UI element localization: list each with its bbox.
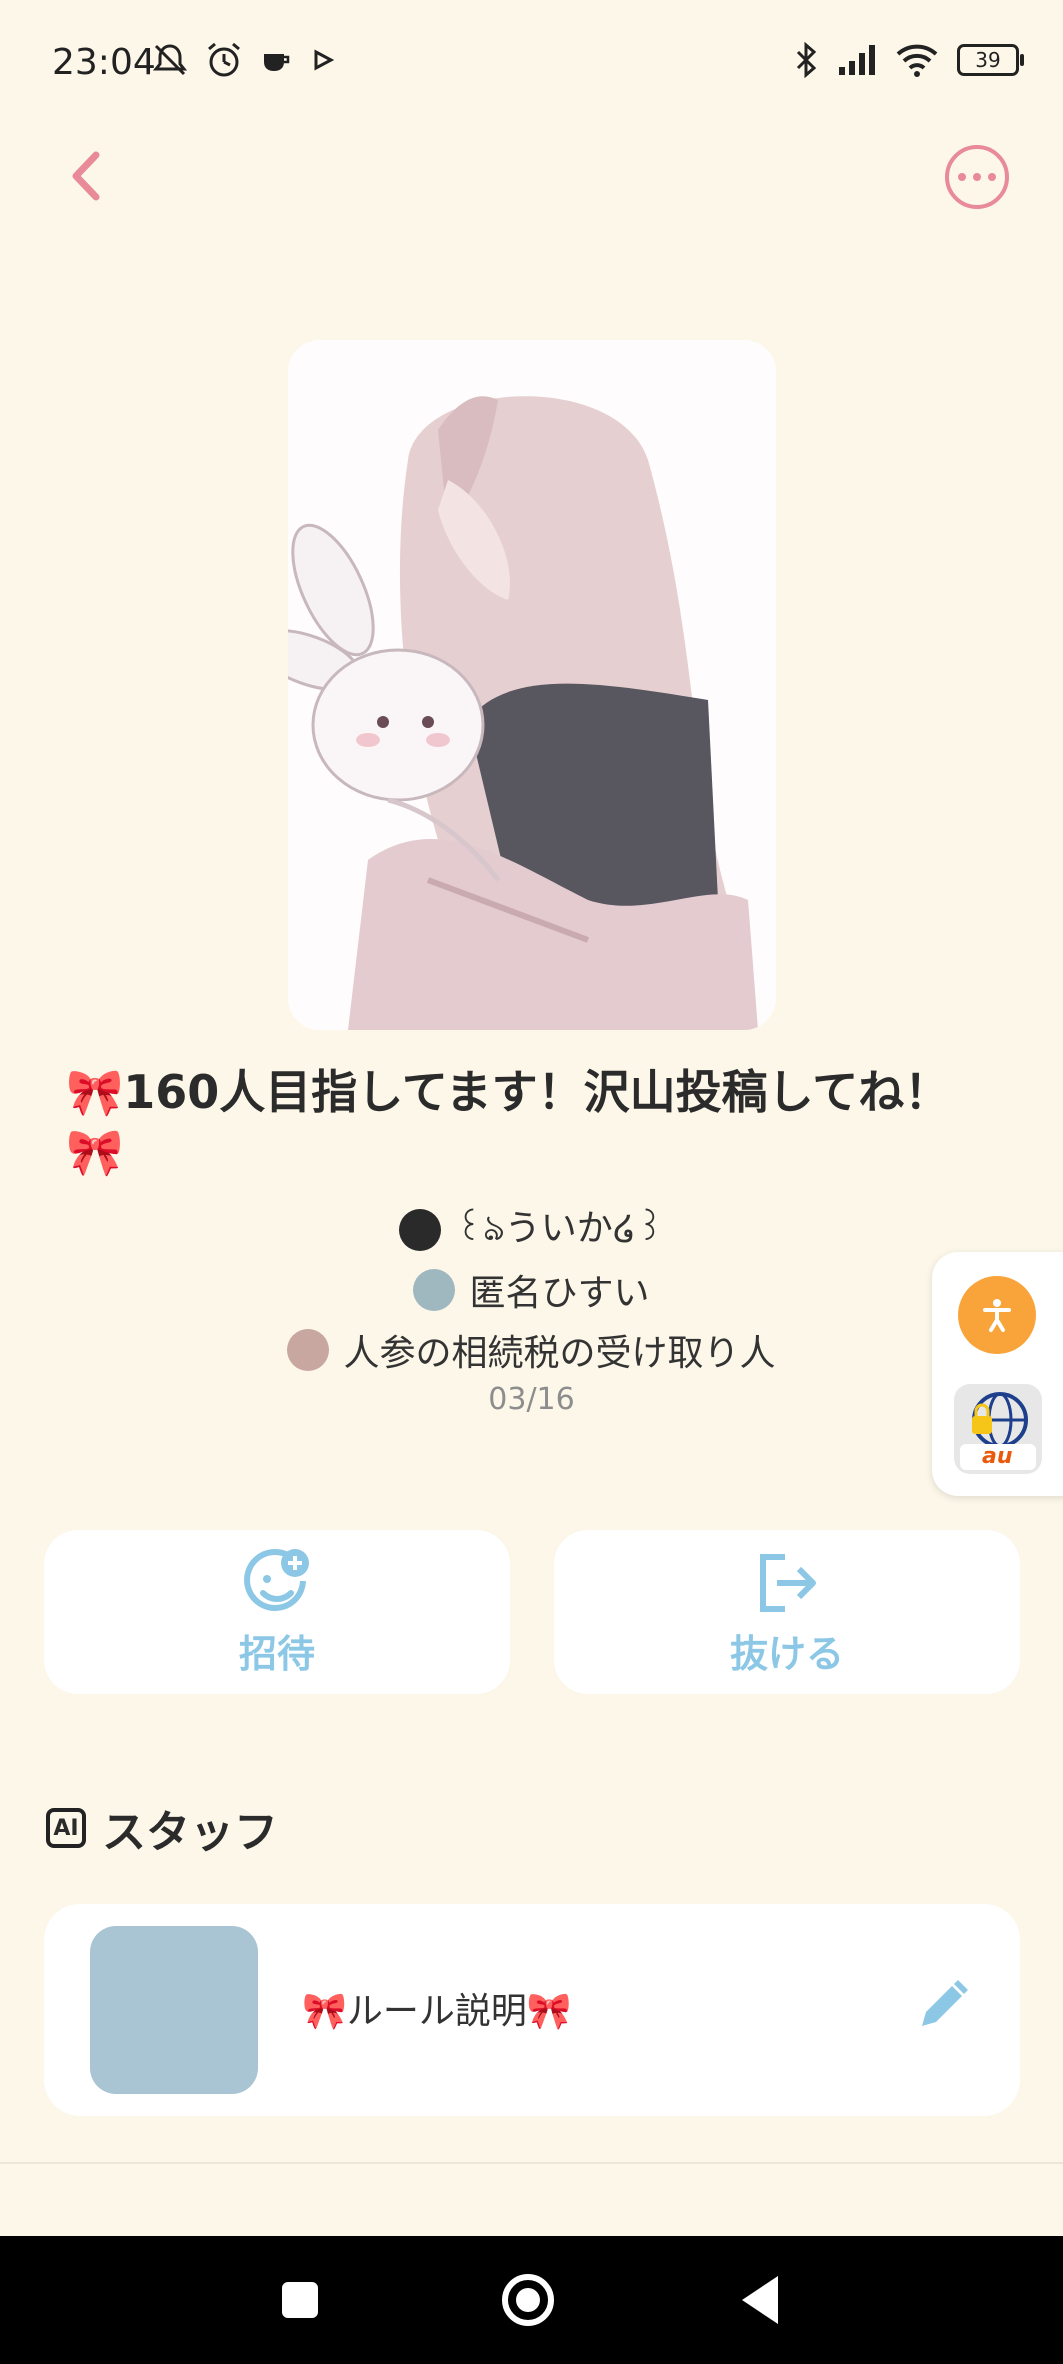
chevron-left-icon [72, 151, 100, 201]
leave-label: 抜ける [729, 1631, 844, 1676]
mute-icon [152, 44, 188, 76]
member-list: ꒰ঌういか໒꒱ 匿名ひすい 人参の相続税の受け取り人 03/16 [0, 1200, 1063, 1417]
pencil-icon [922, 1980, 968, 2026]
more-options-icon [958, 173, 966, 181]
member-item[interactable]: ꒰ঌういか໒꒱ [0, 1200, 1063, 1260]
leave-button[interactable]: 抜ける [554, 1530, 1020, 1694]
invite-label: 招待 [238, 1631, 315, 1676]
status-icons-right: 39 [793, 40, 1024, 80]
exit-icon [760, 1553, 816, 1612]
group-cover-image [288, 340, 776, 1030]
member-name: ꒰ঌういか໒꒱ [455, 1208, 664, 1249]
au-button[interactable]: au [954, 1384, 1042, 1474]
ai-badge-icon: AI [46, 1808, 86, 1848]
member-name: 匿名ひすい [469, 1273, 650, 1314]
avatar [399, 1209, 441, 1251]
staff-thumbnail [90, 1926, 258, 2094]
member-item[interactable]: 人参の相続税の受け取り人 [0, 1320, 1063, 1380]
edit-button[interactable] [912, 1976, 972, 2036]
floating-side-panel: au [932, 1252, 1063, 1496]
system-nav-bar [0, 2236, 1063, 2364]
member-item[interactable]: 匿名ひすい [0, 1260, 1063, 1320]
signal-icon [839, 45, 875, 75]
group-title: 🎀160人目指してます！沢山投稿してね！🎀 [66, 1065, 951, 1179]
accessibility-button[interactable] [958, 1276, 1036, 1354]
avatar [287, 1329, 330, 1371]
add-user-icon [244, 1548, 309, 1611]
au-label: au [982, 1444, 1013, 1469]
invite-button[interactable]: 招待 [44, 1530, 510, 1694]
more-options-button[interactable] [945, 145, 1009, 209]
staff-section-title: AI スタッフ [46, 1796, 278, 1860]
battery-icon: 39 [957, 44, 1024, 76]
wifi-icon [896, 44, 938, 77]
staff-item[interactable]: 🎀ルール説明🎀 [44, 1904, 1020, 2116]
status-time: 23:04 [52, 42, 156, 83]
accessibility-icon [983, 1299, 1011, 1332]
group-date: 03/16 [488, 1382, 575, 1417]
status-icons-left [150, 40, 338, 80]
member-name: 人参の相続税の受け取り人 [343, 1333, 776, 1374]
divider [0, 2162, 1063, 2164]
home-button[interactable] [502, 2274, 554, 2326]
alarm-icon [208, 42, 240, 77]
nav-back-button[interactable] [742, 2276, 778, 2324]
staff-heading: スタッフ [102, 1807, 278, 1858]
play-icon [314, 49, 335, 71]
back-button[interactable] [60, 145, 120, 207]
bluetooth-icon [796, 41, 817, 79]
recents-button[interactable] [282, 2282, 318, 2318]
avatar [413, 1269, 456, 1311]
staff-name: 🎀ルール説明🎀 [302, 1991, 572, 2032]
cup-icon [264, 54, 290, 71]
